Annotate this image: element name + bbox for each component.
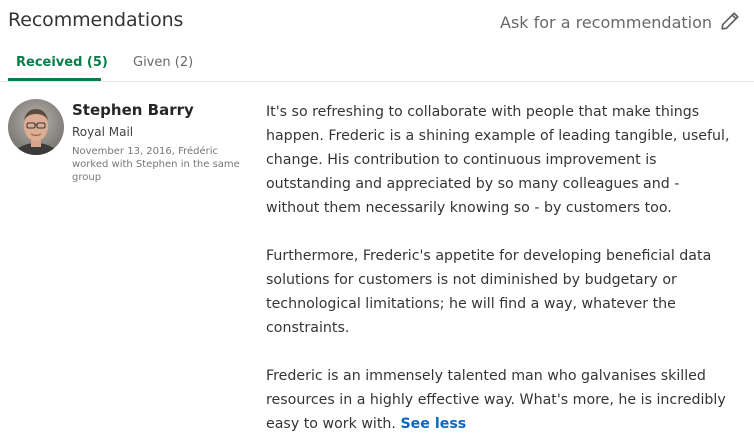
recommendation-tabs: Received (5) Given (2): [0, 44, 754, 82]
recommendation-paragraph: It's so refreshing to collaborate with p…: [266, 104, 730, 216]
tab-received[interactable]: Received (5): [16, 55, 108, 70]
recommender-name[interactable]: Stephen Barry: [72, 101, 257, 119]
recommendations-card: Recommendations Ask for a recommendation…: [0, 0, 754, 441]
recommendation-paragraph: Furthermore, Frederic's appetite for dev…: [266, 248, 712, 336]
recommendation-paragraph-last: Frederic is an immensely talented man wh…: [266, 364, 736, 436]
avatar[interactable]: [8, 99, 64, 155]
section-header: Recommendations Ask for a recommendation: [0, 0, 754, 44]
recommender-company: Royal Mail: [72, 125, 134, 139]
ask-for-recommendation-link[interactable]: Ask for a recommendation: [500, 13, 712, 32]
active-tab-indicator: [8, 78, 101, 81]
recommender-info: Stephen Barry Royal Mail November 13, 20…: [72, 101, 257, 184]
recommendation-context: November 13, 2016, Frédéric worked with …: [72, 146, 240, 183]
see-less-link[interactable]: See less: [400, 416, 466, 432]
recommendation-text: It's so refreshing to collaborate with p…: [266, 100, 736, 441]
recommendation-paragraph-text: Frederic is an immensely talented man wh…: [266, 368, 726, 432]
pencil-icon[interactable]: [719, 10, 741, 32]
tab-given[interactable]: Given (2): [133, 55, 193, 70]
section-title: Recommendations: [8, 9, 184, 31]
